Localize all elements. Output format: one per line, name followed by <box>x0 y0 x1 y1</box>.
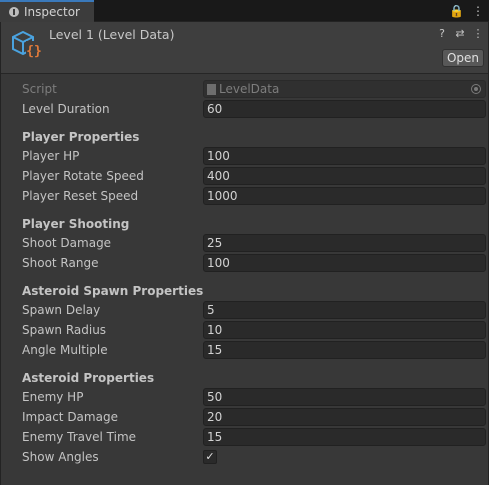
player-hp-field[interactable]: 100 <box>203 147 486 165</box>
player-rotate-speed-label: Player Rotate Speed <box>22 169 144 183</box>
spawn-radius-field[interactable]: 10 <box>203 321 486 339</box>
lock-icon[interactable]: 🔒 <box>449 3 464 19</box>
script-label: Script <box>22 82 57 96</box>
inspector-panel: {} Level 1 (Level Data) ? ⇄ ⋮ Open Scrip… <box>0 22 489 485</box>
spawn-radius-label: Spawn Radius <box>22 323 107 337</box>
tab-inspector-label: Inspector <box>24 5 80 19</box>
angle-multiple-label: Angle Multiple <box>22 343 108 357</box>
level-duration-label: Level Duration <box>22 102 110 116</box>
show-angles-label: Show Angles <box>22 450 99 464</box>
player-reset-speed-field[interactable]: 1000 <box>203 187 486 205</box>
spawn-delay-label: Spawn Delay <box>22 303 101 317</box>
tab-tools: 🔒 ⋮ <box>449 3 485 19</box>
show-angles-checkbox[interactable]: ✓ <box>203 450 217 464</box>
inspector-header: {} Level 1 (Level Data) ? ⇄ ⋮ Open <box>1 22 488 74</box>
tab-inspector[interactable]: Inspector <box>0 0 94 22</box>
section-player-properties: Player Properties <box>22 130 140 144</box>
level-duration-field[interactable]: 60 <box>203 100 486 118</box>
shoot-range-label: Shoot Range <box>22 256 99 270</box>
impact-damage-field[interactable]: 20 <box>203 408 486 426</box>
shoot-damage-field[interactable]: 25 <box>203 234 486 252</box>
spawn-delay-field[interactable]: 5 <box>203 301 486 319</box>
section-player-shooting: Player Shooting <box>22 217 130 231</box>
info-icon <box>9 7 19 17</box>
enemy-travel-time-field[interactable]: 15 <box>203 428 486 446</box>
kebab-menu-icon[interactable]: ⋮ <box>471 3 485 19</box>
help-icon[interactable]: ? <box>436 27 448 41</box>
asset-title: Level 1 (Level Data) <box>49 27 175 42</box>
shoot-range-field[interactable]: 100 <box>203 254 486 272</box>
angle-multiple-field[interactable]: 15 <box>203 341 486 359</box>
header-tools: ? ⇄ ⋮ <box>436 27 484 41</box>
svg-text:{}: {} <box>26 44 42 59</box>
scriptable-object-icon: {} <box>12 30 42 59</box>
player-reset-speed-label: Player Reset Speed <box>22 189 139 203</box>
impact-damage-label: Impact Damage <box>22 410 118 424</box>
player-rotate-speed-field[interactable]: 400 <box>203 167 486 185</box>
section-asteroid-properties: Asteroid Properties <box>22 371 155 385</box>
open-button[interactable]: Open <box>442 49 484 67</box>
script-value: LevelData <box>219 82 280 96</box>
enemy-travel-time-label: Enemy Travel Time <box>22 430 137 444</box>
section-asteroid-spawn: Asteroid Spawn Properties <box>22 284 204 298</box>
player-hp-label: Player HP <box>22 149 80 163</box>
script-file-icon <box>207 83 216 95</box>
enemy-hp-field[interactable]: 50 <box>203 388 486 406</box>
object-picker-icon <box>471 84 481 94</box>
shoot-damage-label: Shoot Damage <box>22 236 112 250</box>
enemy-hp-label: Enemy HP <box>22 390 84 404</box>
component-menu-icon[interactable]: ⋮ <box>472 27 484 41</box>
script-field: LevelData <box>203 80 486 98</box>
presets-icon[interactable]: ⇄ <box>454 27 466 41</box>
tab-bar: Inspector 🔒 ⋮ <box>0 0 489 22</box>
